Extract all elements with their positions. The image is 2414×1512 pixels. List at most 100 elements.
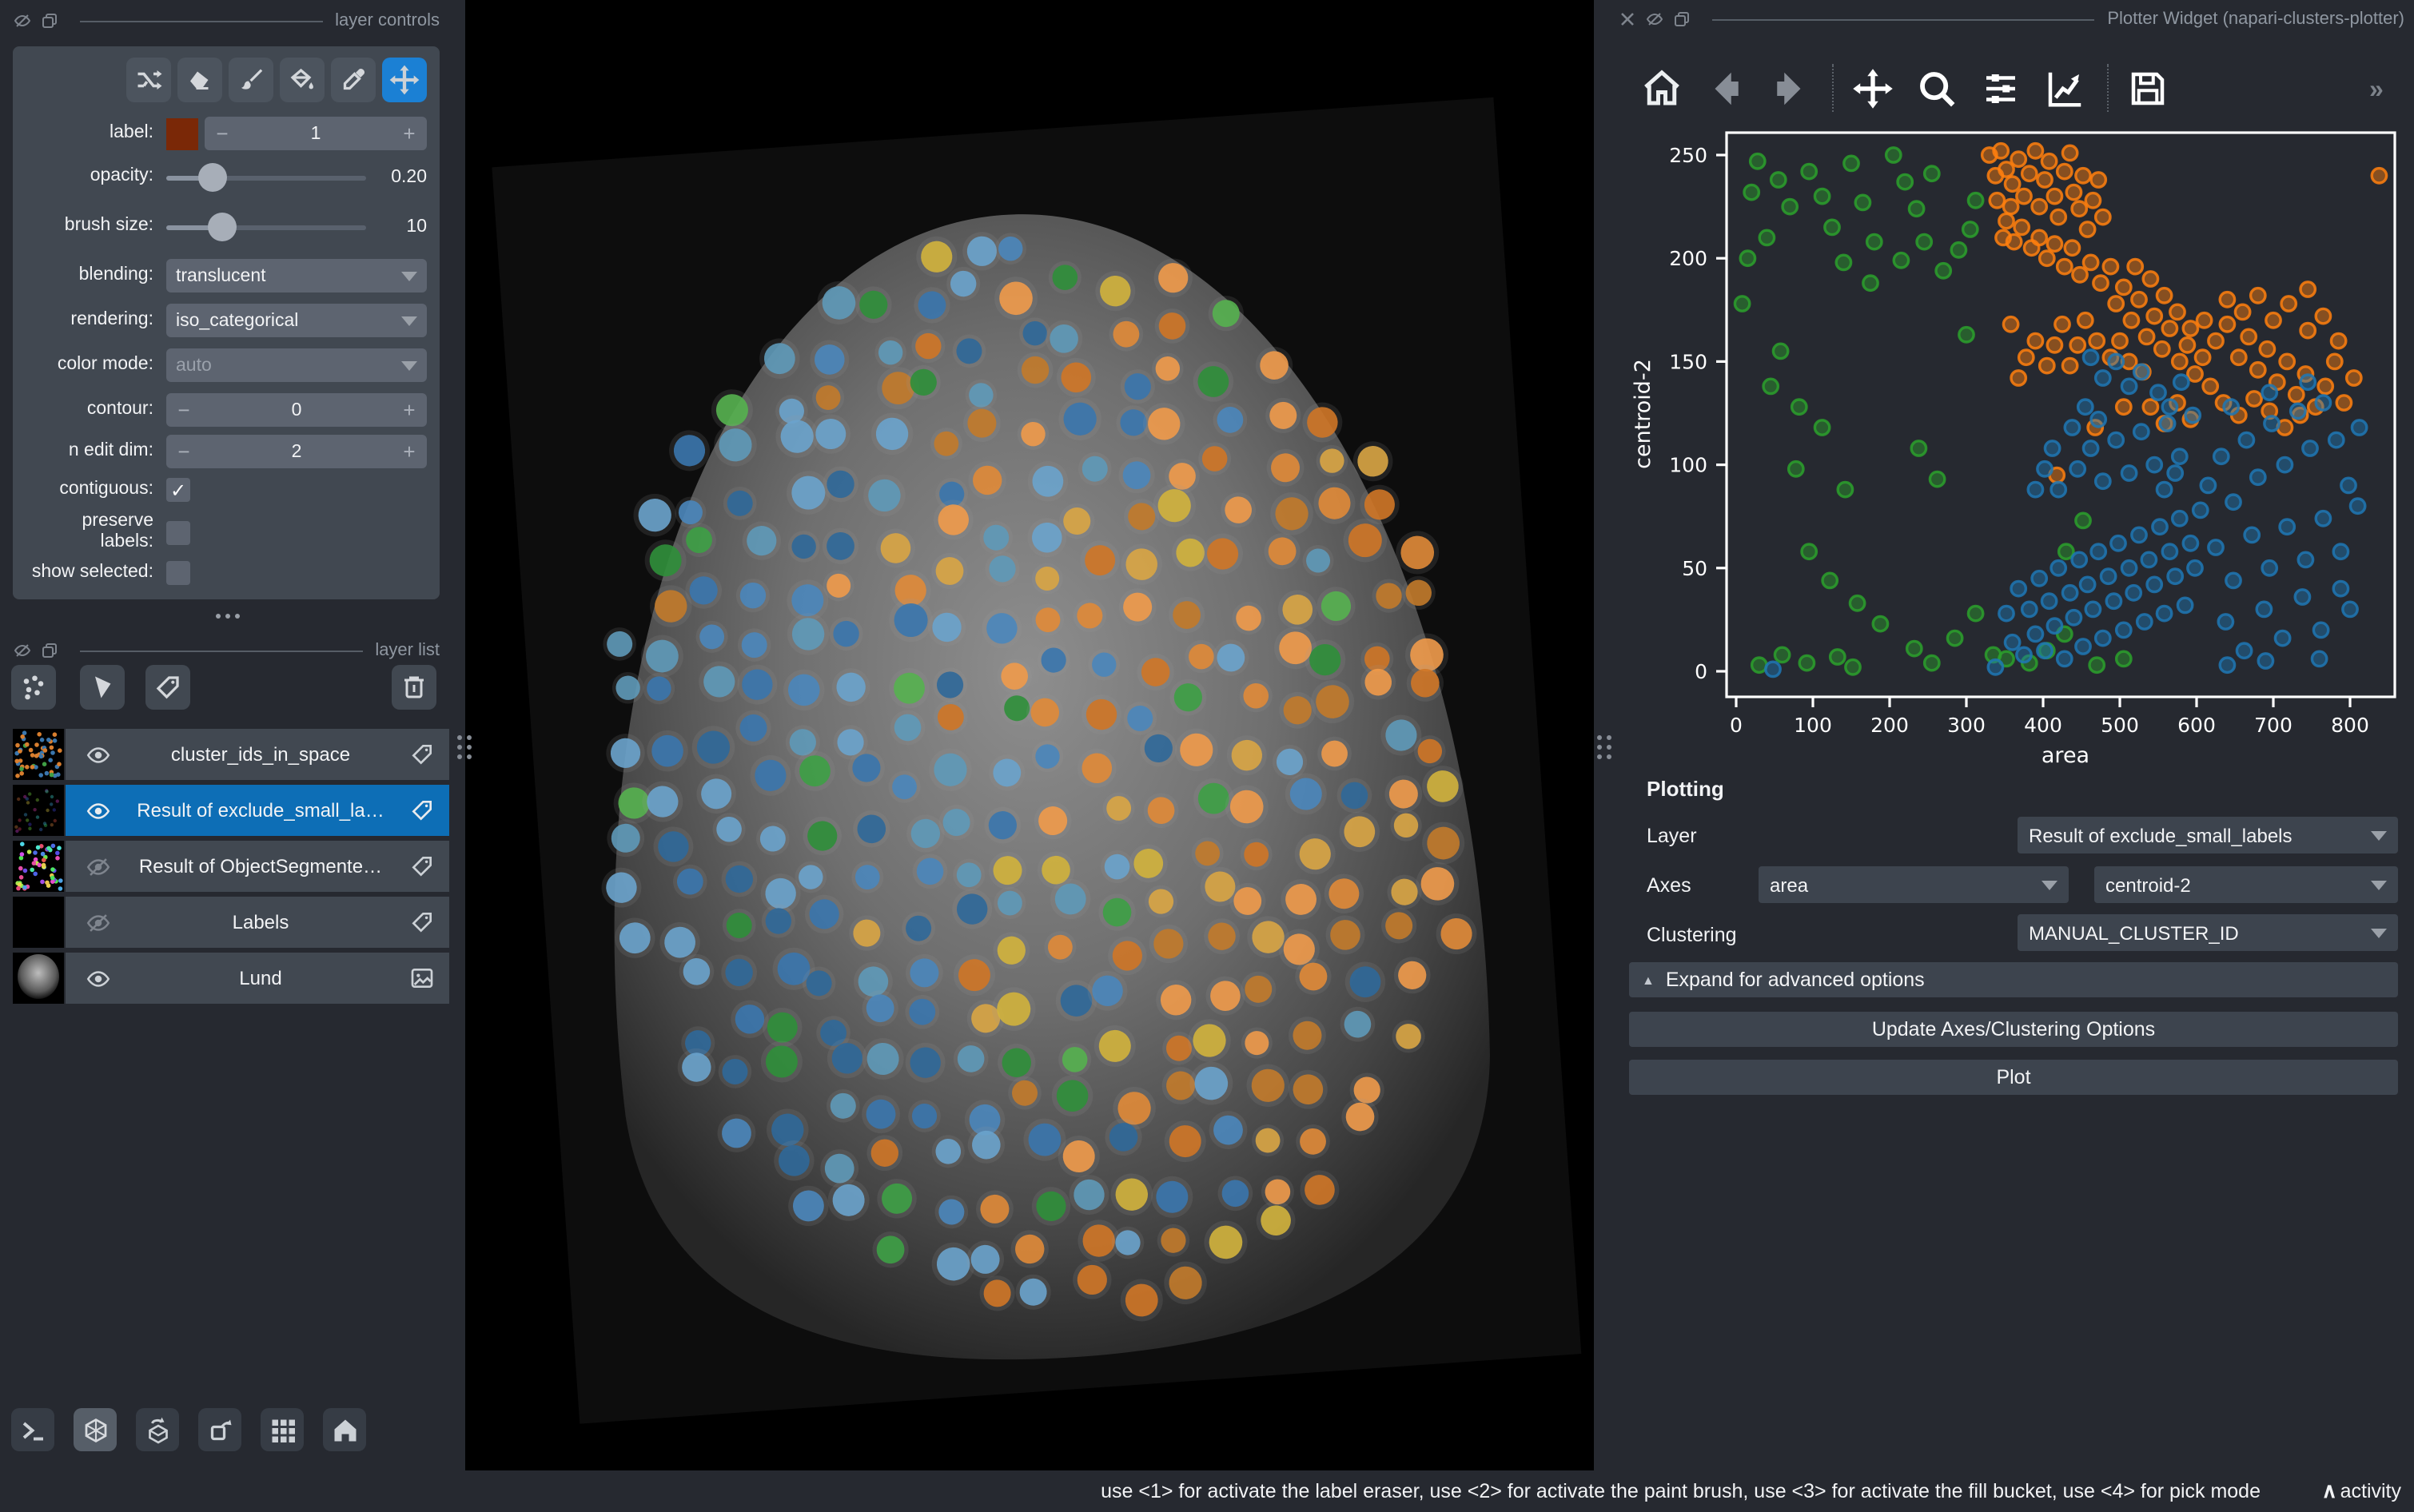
transpose-dimensions-button[interactable] (198, 1408, 241, 1451)
color-mode-dropdown[interactable]: auto (166, 348, 427, 382)
shuffle-colors-button[interactable] (126, 58, 171, 102)
visibility-eye-icon[interactable] (85, 741, 112, 768)
mpl-pan-button[interactable] (1851, 67, 1894, 110)
svg-text:200: 200 (1870, 714, 1909, 737)
new-labels-layer-button[interactable] (145, 665, 190, 710)
label-decrement[interactable]: − (205, 121, 240, 145)
pan-zoom-button[interactable] (382, 58, 427, 102)
label-color-swatch[interactable] (166, 117, 198, 149)
layer-select-dropdown[interactable]: Result of exclude_small_labels (2018, 817, 2398, 853)
n-edit-dim-increment[interactable]: + (392, 440, 427, 464)
visibility-eye-icon[interactable] (85, 797, 112, 824)
layer-row-exclude-small-labels[interactable]: Result of exclude_small_la… (13, 785, 449, 836)
hide-dock-icon[interactable] (13, 641, 32, 660)
reset-view-home-button[interactable] (323, 1408, 366, 1451)
hide-dock-icon[interactable] (13, 11, 32, 30)
layer-name: Lund (112, 967, 409, 989)
show-selected-checkbox[interactable] (166, 562, 190, 586)
n-edit-dim-spinbox[interactable]: − 2 + (166, 435, 427, 468)
layer-list-title: layer list (375, 641, 440, 660)
contiguous-checkbox[interactable]: ✓ (166, 478, 190, 502)
console-button[interactable] (11, 1408, 54, 1451)
layer-row-cluster-ids[interactable]: cluster_ids_in_space (13, 729, 449, 780)
float-dock-icon[interactable] (40, 641, 59, 660)
fill-bucket-button[interactable] (280, 58, 325, 102)
labels-tag-icon (409, 853, 435, 879)
toggle-ndisplay-button[interactable] (74, 1408, 117, 1451)
blending-dropdown[interactable]: translucent (166, 259, 427, 292)
roll-dimensions-button[interactable] (136, 1408, 179, 1451)
mpl-forward-button[interactable] (1768, 67, 1811, 110)
mpl-customize-button[interactable] (2043, 67, 2086, 110)
update-axes-clustering-button[interactable]: Update Axes/Clustering Options (1629, 1012, 2398, 1047)
new-shapes-layer-button[interactable] (80, 665, 125, 710)
brush-size-label: brush size: (26, 217, 153, 237)
layer-row-lund[interactable]: Lund (13, 953, 449, 1004)
layer-row-object-segmented[interactable]: Result of ObjectSegmente… (13, 841, 449, 892)
dock-splitter-handle[interactable] (216, 614, 240, 619)
layer-list-dock-header: layer list (13, 639, 440, 662)
layer-select-label: Layer (1647, 825, 1697, 847)
visibility-eye-slash-icon[interactable] (85, 853, 112, 880)
trash-icon (400, 673, 428, 702)
contour-spinbox[interactable]: − 0 + (166, 393, 427, 427)
brush-size-slider[interactable] (166, 211, 366, 243)
opacity-row: opacity: 0.20 (26, 161, 427, 193)
toolbar-separator (2107, 64, 2109, 112)
visibility-eye-icon[interactable] (85, 965, 112, 992)
toolbar-overflow-chevron[interactable]: » (2369, 77, 2384, 105)
mpl-back-button[interactable] (1704, 67, 1747, 110)
rendering-dropdown[interactable]: iso_categorical (166, 304, 427, 337)
opacity-slider[interactable] (166, 161, 366, 193)
dock-drag-handle[interactable] (457, 735, 472, 759)
plot-button[interactable]: Plot (1629, 1060, 2398, 1095)
grid-view-button[interactable] (261, 1408, 304, 1451)
dock-drag-handle[interactable] (1597, 735, 1611, 759)
activity-button[interactable]: ∧activity (2322, 1478, 2401, 1504)
clustering-dropdown[interactable]: MANUAL_CLUSTER_ID (2018, 914, 2398, 951)
n-edit-dim-decrement[interactable]: − (166, 440, 201, 464)
close-icon[interactable] (1618, 10, 1637, 29)
color-mode-row: color mode: auto (26, 348, 427, 382)
chevron-down-icon (401, 271, 417, 281)
brush-size-row: brush size: 10 (26, 211, 427, 243)
visibility-eye-slash-icon[interactable] (85, 909, 112, 936)
layer-thumbnail (13, 841, 64, 892)
new-points-layer-button[interactable] (11, 665, 56, 710)
erase-label-button[interactable] (177, 58, 222, 102)
delete-layer-button[interactable] (392, 665, 436, 710)
expand-advanced-options[interactable]: ▲ Expand for advanced options (1629, 962, 2398, 997)
svg-text:800: 800 (2331, 714, 2369, 737)
hide-dock-icon[interactable] (1645, 10, 1664, 29)
plotting-heading: Plotting (1647, 777, 1724, 801)
label-spinbox[interactable]: − 1 + (205, 117, 427, 150)
blending-label: blending: (26, 265, 153, 286)
contour-decrement[interactable]: − (166, 398, 201, 422)
layer-name: Result of exclude_small_la… (112, 799, 409, 822)
preserve-labels-checkbox[interactable] (166, 520, 190, 544)
contour-value[interactable]: 0 (201, 400, 392, 420)
float-dock-icon[interactable] (1672, 10, 1691, 29)
caret-up-icon: ∧ (2322, 1478, 2337, 1504)
float-dock-icon[interactable] (40, 11, 59, 30)
label-value[interactable]: 1 (240, 124, 392, 143)
color-picker-button[interactable] (331, 58, 376, 102)
layer-row-labels[interactable]: Labels (13, 897, 449, 948)
label-increment[interactable]: + (392, 121, 427, 145)
contour-increment[interactable]: + (392, 398, 427, 422)
dock-header-line (80, 650, 362, 651)
viewer-canvas[interactable] (465, 0, 1594, 1470)
paint-brush-button[interactable] (229, 58, 273, 102)
mpl-subplots-button[interactable] (1979, 67, 2022, 110)
image-icon (409, 965, 435, 991)
axes-select-label: Axes (1647, 874, 1691, 897)
x-axis-dropdown[interactable]: area (1759, 866, 2069, 903)
n-edit-dim-value[interactable]: 2 (201, 442, 392, 461)
svg-text:0: 0 (1730, 714, 1743, 737)
status-message: use <1> for activate the label eraser, u… (1101, 1480, 2261, 1502)
mpl-home-button[interactable] (1640, 67, 1683, 110)
y-axis-dropdown[interactable]: centroid-2 (2094, 866, 2398, 903)
mpl-zoom-button[interactable] (1915, 67, 1958, 110)
scatter-plot-canvas[interactable]: 0100200300400500600700800050100150200250… (1615, 125, 2414, 767)
mpl-save-button[interactable] (2126, 67, 2169, 110)
